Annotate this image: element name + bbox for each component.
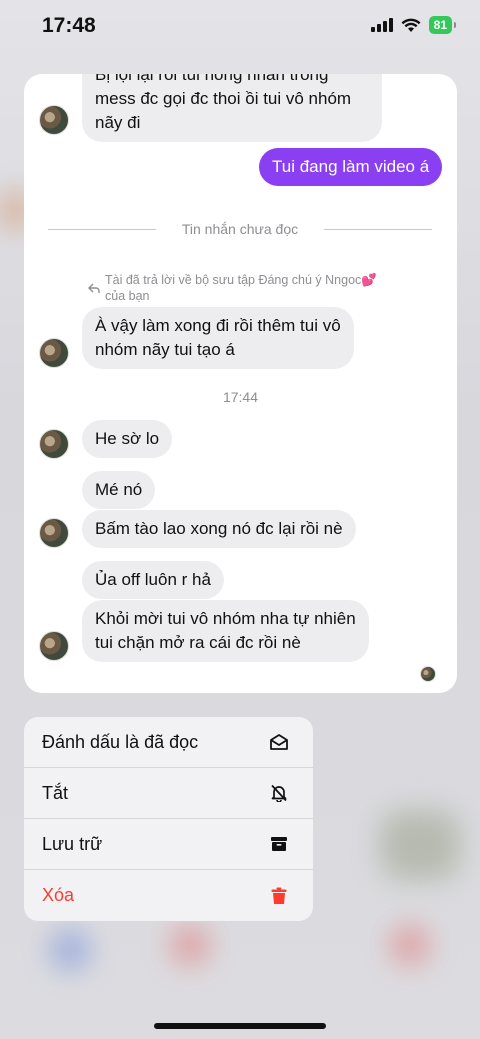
timestamp: 17:44 (222, 389, 259, 405)
message-text: mess đc gọi đc thoi ồi tui vô nhóm (95, 89, 352, 108)
received-message-bubble: À vậy làm xong đi rồi thêm tui vô nhóm n… (82, 307, 354, 369)
message-text: Bị lọi lại rồi tui hồng nhắn trong (95, 74, 329, 84)
envelope-open-icon (269, 732, 289, 752)
received-message-bubble: Bấm tào lao xong nó đc lại rồi nè (82, 510, 356, 548)
sender-avatar (39, 429, 69, 459)
status-icons: 81 (370, 16, 457, 34)
wifi-icon (401, 18, 421, 32)
menu-item-label: Đánh dấu là đã đọc (42, 731, 199, 752)
message-text: nãy đi (95, 113, 141, 132)
received-message-bubble: Khỏi mời tui vô nhóm nha tự nhiên tui ch… (82, 600, 369, 662)
menu-item-label: Tắt (42, 782, 69, 803)
seen-receipt-avatar (420, 666, 436, 682)
status-bar: 17:48 81 (0, 0, 480, 54)
menu-item-delete[interactable]: Xóa (24, 870, 313, 921)
battery-indicator: 81 (428, 16, 457, 34)
reply-icon (88, 283, 100, 293)
divider-line (48, 229, 156, 230)
message-text: nhóm nãy tui tạo á (95, 340, 235, 359)
menu-item-mark-as-read[interactable]: Đánh dấu là đã đọc (24, 717, 313, 768)
bell-slash-icon (269, 783, 289, 803)
reply-note: Tài đã trả lời về bộ sưu tập Đáng chú ý … (105, 272, 377, 304)
archive-icon (269, 834, 289, 854)
blurred-blob (50, 930, 90, 970)
sender-avatar (39, 631, 69, 661)
received-message-bubble: He sờ lo (82, 420, 173, 458)
menu-item-mute[interactable]: Tắt (24, 768, 313, 819)
menu-item-label: Lưu trữ (42, 833, 103, 854)
trash-icon (269, 886, 289, 906)
blurred-blob (170, 925, 210, 965)
blurred-blob (390, 925, 430, 965)
cellular-signal-icon (370, 18, 393, 32)
received-message-bubble: Bị lọi lại rồi tui hồng nhắn trong mess … (82, 74, 382, 142)
reply-note-text: của bạn (105, 289, 150, 303)
sender-avatar (39, 518, 69, 548)
message-text: À vậy làm xong đi rồi thêm tui vô (95, 316, 341, 335)
divider-line (324, 229, 432, 230)
menu-item-archive[interactable]: Lưu trữ (24, 819, 313, 870)
home-indicator[interactable] (154, 1023, 326, 1029)
blurred-blob (380, 810, 460, 880)
reply-note-text: Tài đã trả lời về bộ sưu tập Đáng chú ý … (105, 273, 377, 287)
received-message-bubble: Mé nó (82, 471, 156, 509)
sent-message-bubble: Tui đang làm video á (259, 148, 443, 186)
received-message-bubble: Ủa off luôn r hả (82, 561, 224, 599)
message-text: Khỏi mời tui vô nhóm nha tự nhiên (95, 609, 356, 628)
sender-avatar (39, 338, 69, 368)
context-menu: Đánh dấu là đã đọc Tắt Lưu trữ Xóa (24, 717, 313, 921)
message-text: tui chặn mở ra cái đc rồi nè (95, 633, 301, 652)
status-time: 17:48 (42, 14, 96, 37)
chat-preview-card[interactable]: Bị lọi lại rồi tui hồng nhắn trong mess … (24, 74, 457, 693)
unread-divider-label: Tin nhắn chưa đọc (181, 221, 299, 237)
sender-avatar (39, 105, 69, 135)
menu-item-label: Xóa (42, 885, 75, 905)
